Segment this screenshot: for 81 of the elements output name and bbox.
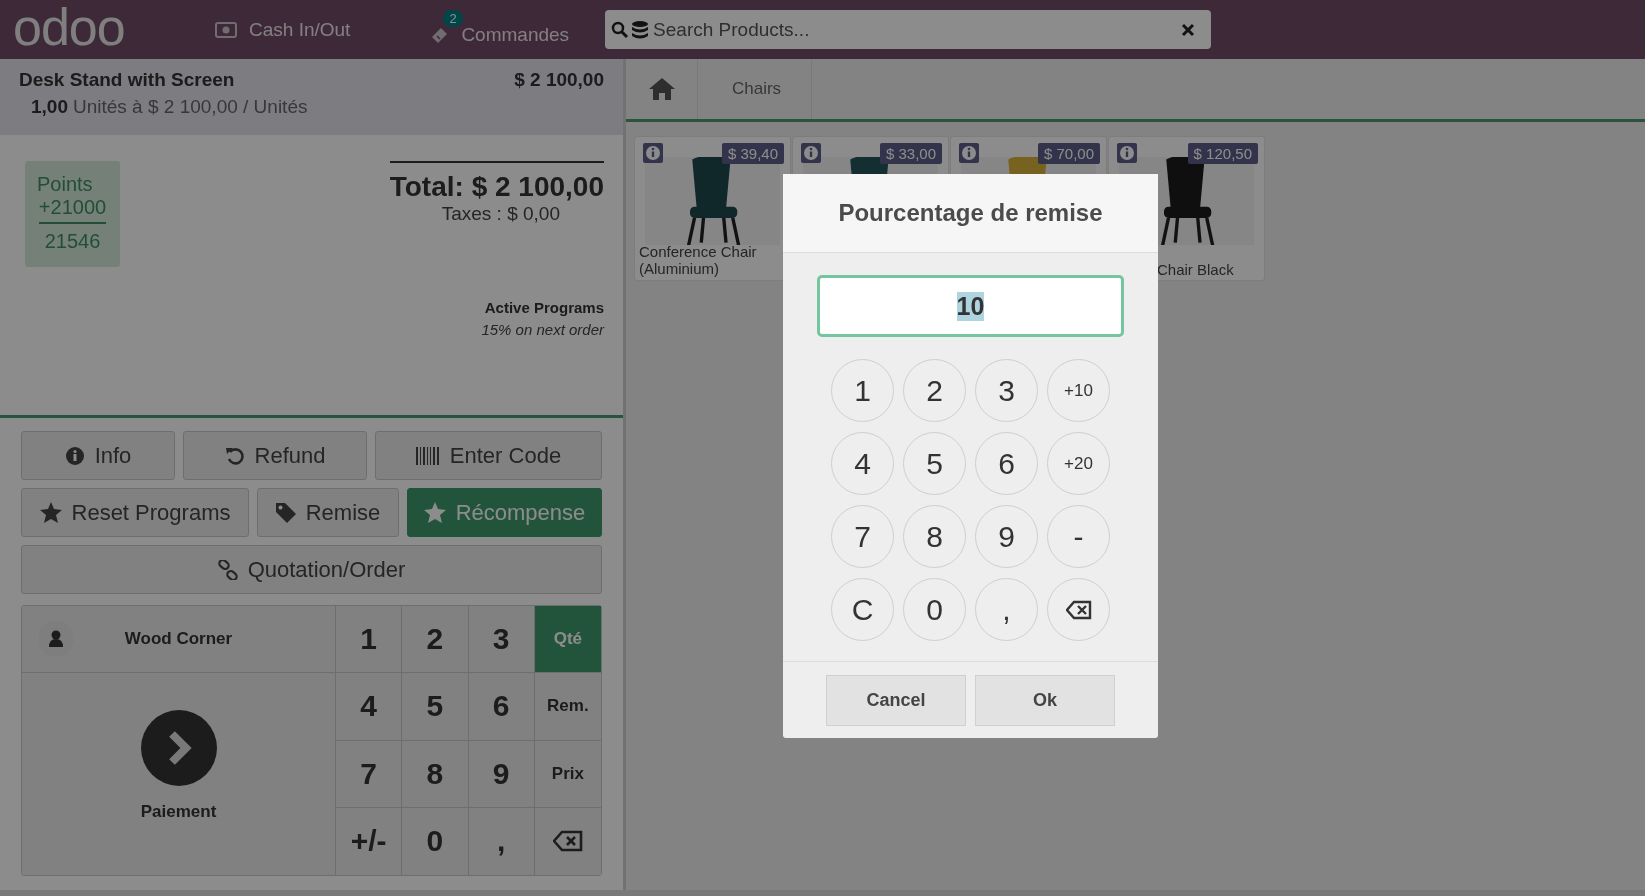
control-button[interactable]: Enter Code <box>375 431 602 480</box>
keypad-key[interactable]: 6 <box>975 432 1038 495</box>
home-icon <box>647 77 676 101</box>
star-icon <box>39 502 62 523</box>
keypad-key[interactable]: 1 <box>831 359 894 422</box>
tag-icon <box>275 502 296 523</box>
numpad-key[interactable]: 5 <box>402 673 469 741</box>
search-field[interactable]: Search Products... <box>605 10 1212 49</box>
refund-icon <box>224 445 245 466</box>
keypad-key[interactable]: - <box>1047 505 1110 568</box>
line-price: $ 2 100,00 <box>514 69 604 91</box>
control-button[interactable]: Récompense <box>407 488 602 537</box>
active-programs-title: Active Programs <box>484 299 604 316</box>
link-icon <box>217 559 238 580</box>
keypad-key[interactable]: 7 <box>831 505 894 568</box>
barcode-icon <box>415 446 440 465</box>
numpad-key[interactable]: 2 <box>402 606 469 674</box>
order-total: Total: $ 2 100,00 <box>389 161 604 203</box>
keypad-key[interactable]: 3 <box>975 359 1038 422</box>
order-count-badge: 2 <box>443 9 463 27</box>
keypad-key[interactable]: 8 <box>903 505 966 568</box>
info-icon[interactable] <box>959 143 979 163</box>
keypad-key[interactable]: 2 <box>903 359 966 422</box>
numpad-key[interactable]: 7 <box>336 740 403 808</box>
numpad-key[interactable]: 6 <box>468 673 535 741</box>
keypad-key[interactable]: C <box>831 578 894 641</box>
dialog-button[interactable]: Cancel <box>826 674 966 726</box>
info-icon[interactable] <box>643 143 663 163</box>
control-button[interactable]: Quotation/Order <box>21 545 602 594</box>
quantity: 1,00 <box>31 96 68 118</box>
keypad-key[interactable]: 9 <box>975 505 1038 568</box>
numpad-key[interactable]: 4 <box>336 673 403 741</box>
keypad-key[interactable]: , <box>975 578 1038 641</box>
numpad-key[interactable]: 9 <box>468 740 535 808</box>
numpad-key[interactable]: 1 <box>336 606 403 674</box>
keypad-key[interactable]: 5 <box>903 432 966 495</box>
product-card[interactable]: $ 39,40 Conference Chair (Aluminium) <box>634 136 791 281</box>
active-program: 15% on next order <box>481 321 604 338</box>
points-label: Points <box>36 173 93 196</box>
info-icon[interactable] <box>1117 143 1137 163</box>
logo: odoo <box>13 0 126 53</box>
control-button[interactable]: Remise <box>257 488 399 537</box>
price-tag: $ 120,50 <box>1187 143 1258 164</box>
price-tag: $ 33,00 <box>879 143 942 164</box>
product-name: Conference Chair (Aluminium) <box>639 243 758 278</box>
dialog-title: Pourcentage de remise <box>838 199 1103 227</box>
breadcrumb-item[interactable]: Chairs <box>698 59 813 119</box>
control-button[interactable]: Refund <box>183 431 367 480</box>
search-input[interactable]: Search Products... <box>651 17 1180 42</box>
star-icon <box>423 502 446 523</box>
orders-button[interactable]: 2 Commandes <box>417 9 582 50</box>
numpad-key[interactable]: 3 <box>468 606 535 674</box>
points-total: 21546 <box>44 230 101 253</box>
unit-detail: Unités à $ 2 100,00 / Unités <box>73 96 308 118</box>
search-icon <box>611 20 630 39</box>
customer-button[interactable]: Wood Corner <box>22 606 335 673</box>
cash-icon <box>215 21 237 38</box>
keypad-key[interactable]: 0 <box>903 578 966 641</box>
keypad-key[interactable]: +10 <box>1047 359 1110 422</box>
database-icon <box>631 19 650 40</box>
backspace-icon <box>552 830 583 853</box>
keypad-key[interactable]: +20 <box>1047 432 1110 495</box>
info-icon[interactable] <box>801 143 821 163</box>
dialog-button[interactable]: Ok <box>975 674 1115 726</box>
close-icon[interactable] <box>1181 22 1196 37</box>
keypad-key[interactable]: 4 <box>831 432 894 495</box>
cash-in-out-button[interactable]: Cash In/Out <box>203 18 363 41</box>
taxes: Taxes : $ 0,00 <box>441 203 561 225</box>
discount-input[interactable]: 10 <box>817 275 1124 337</box>
points-won: +21000 <box>38 196 107 224</box>
product-name: Desk Stand with Screen <box>19 69 235 91</box>
product-name: Chair Black <box>1157 261 1235 279</box>
control-button[interactable]: Reset Programs <box>21 488 249 537</box>
price-tag: $ 39,40 <box>721 143 784 164</box>
control-button[interactable]: Info <box>21 431 175 480</box>
numpad-key[interactable]: 8 <box>402 740 469 808</box>
backspace-icon <box>1065 599 1092 620</box>
numpad-key[interactable]: Qté <box>534 606 601 674</box>
price-tag: $ 70,00 <box>1037 143 1100 164</box>
info-icon <box>64 445 85 466</box>
chevron-icon <box>140 709 217 786</box>
